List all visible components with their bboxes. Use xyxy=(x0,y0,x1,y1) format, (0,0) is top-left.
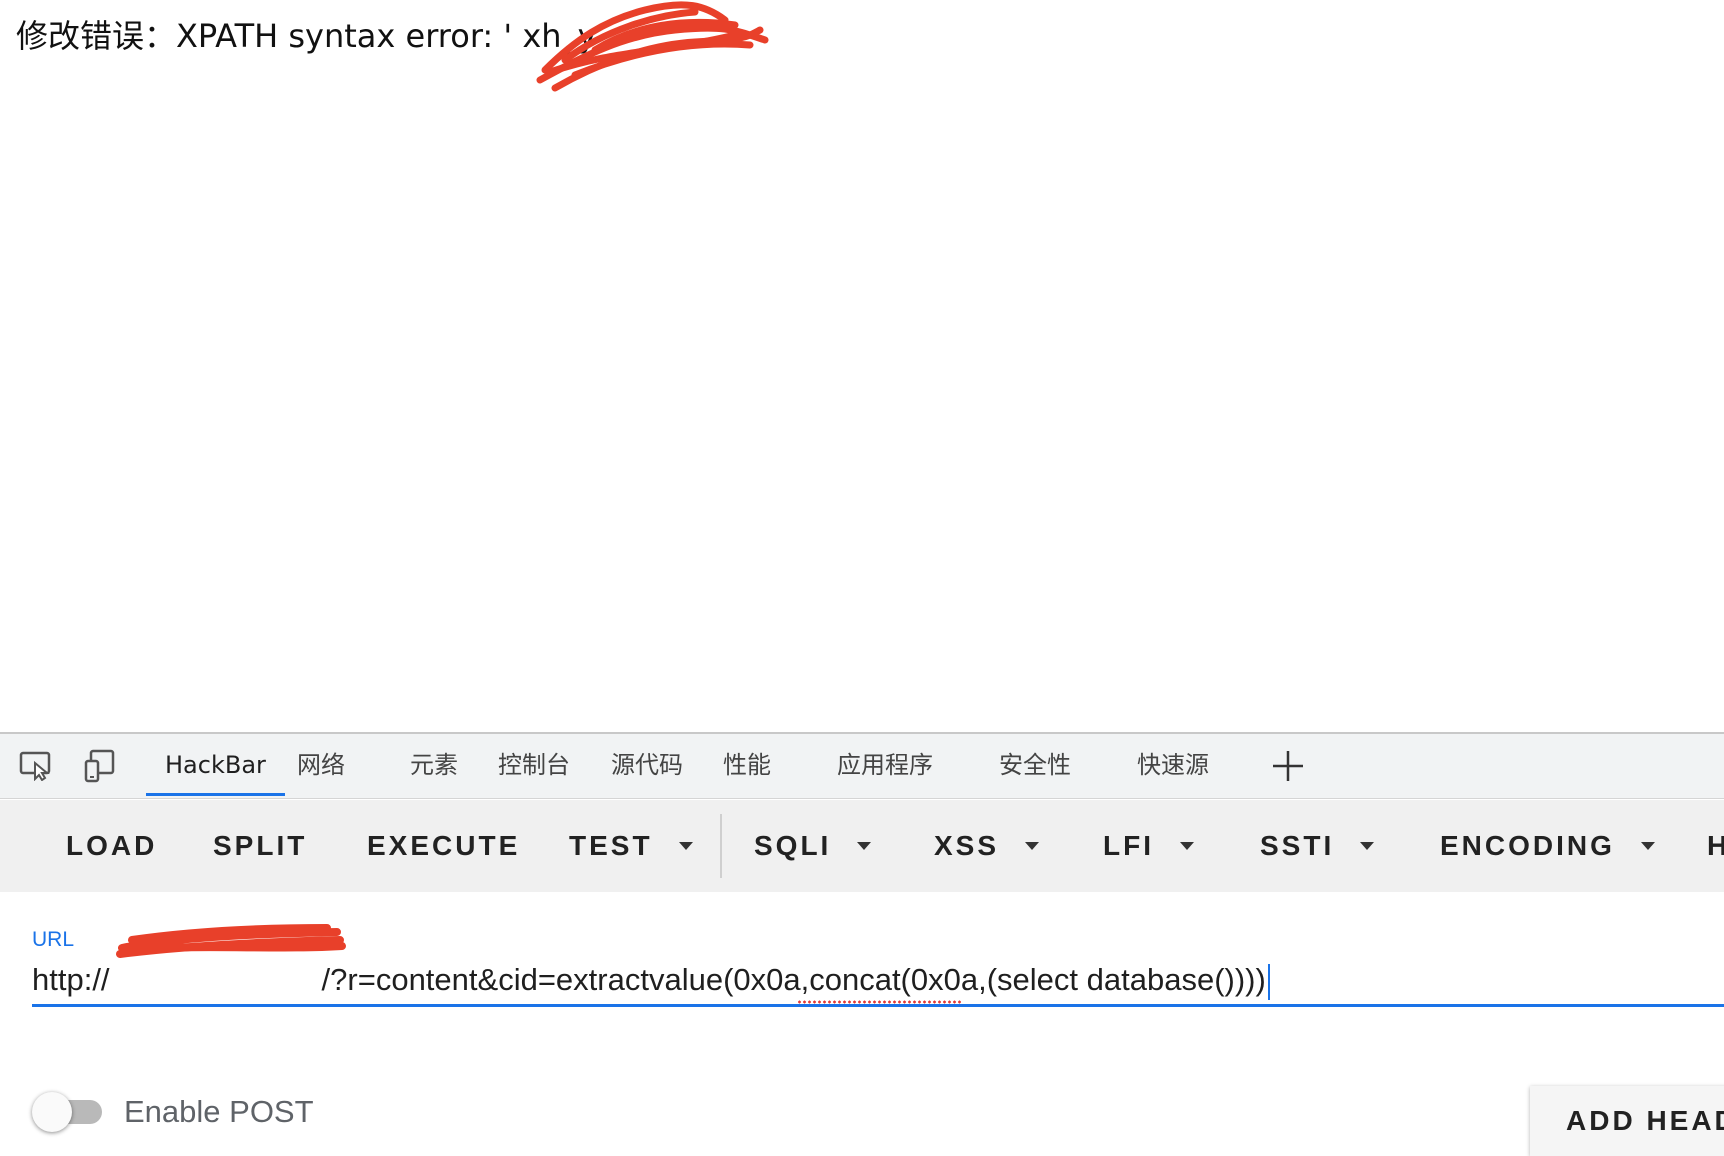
chevron-down-icon xyxy=(1025,842,1040,850)
hashing-label: H xyxy=(1707,830,1724,861)
hashing-dropdown[interactable]: H xyxy=(1707,800,1724,892)
spellcheck-underline xyxy=(797,1000,963,1004)
add-header-label: ADD HEADER xyxy=(1566,1105,1724,1136)
tab-quick-source[interactable]: 快速源 xyxy=(1137,734,1209,796)
enable-post-toggle[interactable] xyxy=(32,1092,108,1132)
sqli-dropdown[interactable]: SQLI xyxy=(754,800,872,892)
load-button[interactable]: LOAD xyxy=(66,800,157,892)
ssti-label: SSTI xyxy=(1260,830,1335,861)
encoding-dropdown[interactable]: ENCODING xyxy=(1440,800,1655,892)
toolbar-divider xyxy=(720,814,722,878)
encoding-label: ENCODING xyxy=(1440,830,1615,861)
tab-security[interactable]: 安全性 xyxy=(999,734,1071,796)
xss-label: XSS xyxy=(934,830,1000,861)
url-redaction-scribble xyxy=(116,924,346,958)
page-error-message: 修改错误：XPATH syntax error: ' xh_y xyxy=(16,16,597,56)
device-toolbar-icon[interactable] xyxy=(80,746,120,786)
tab-performance[interactable]: 性能 xyxy=(723,734,771,796)
url-prefix: http:// xyxy=(32,962,110,997)
lfi-dropdown[interactable]: LFI xyxy=(1103,800,1194,892)
tab-elements[interactable]: 元素 xyxy=(410,734,458,796)
execute-button[interactable]: EXECUTE xyxy=(367,800,520,892)
tab-sources[interactable]: 源代码 xyxy=(611,734,683,796)
chevron-down-icon xyxy=(1360,842,1375,850)
devtools-panel: HackBar 网络 元素 控制台 源代码 性能 应用程序 安全性 快速源 LO… xyxy=(0,732,1724,1156)
execute-label: EXECUTE xyxy=(367,830,521,861)
xss-dropdown[interactable]: XSS xyxy=(934,800,1040,892)
inspect-element-icon[interactable] xyxy=(16,746,56,786)
chevron-down-icon xyxy=(857,842,872,850)
add-header-button[interactable]: ADD HEADER xyxy=(1530,1086,1724,1156)
chevron-down-icon xyxy=(1640,842,1655,850)
text-cursor xyxy=(1267,963,1270,1000)
ssti-dropdown[interactable]: SSTI xyxy=(1260,800,1375,892)
tab-network[interactable]: 网络 xyxy=(297,734,345,796)
test-dropdown[interactable]: TEST xyxy=(569,800,693,892)
chevron-down-icon xyxy=(1180,842,1194,850)
split-button[interactable]: SPLIT xyxy=(213,800,307,892)
hackbar-toolbar: LOAD SPLIT EXECUTE TEST SQLI XSS LFI SST… xyxy=(0,800,1724,892)
url-label: URL xyxy=(32,928,75,951)
devtools-tabbar: HackBar 网络 元素 控制台 源代码 性能 应用程序 安全性 快速源 xyxy=(0,734,1724,799)
url-path: /?r=content&cid=extractvalue(0x0a,concat… xyxy=(321,962,1266,997)
add-tab-icon[interactable] xyxy=(1268,746,1308,786)
enable-post-label: Enable POST xyxy=(124,1094,314,1129)
toggle-knob xyxy=(32,1092,72,1132)
chevron-down-icon xyxy=(678,842,693,850)
tab-application[interactable]: 应用程序 xyxy=(837,734,933,796)
error-text: 修改错误：XPATH syntax error: ' xh_y xyxy=(16,17,597,55)
split-label: SPLIT xyxy=(213,830,308,861)
test-label: TEST xyxy=(569,830,653,861)
tab-console[interactable]: 控制台 xyxy=(498,734,570,796)
sqli-label: SQLI xyxy=(754,830,832,861)
url-input[interactable]: http:// /?r=content&cid=extractvalue(0x0a… xyxy=(32,956,1724,1007)
tab-hackbar[interactable]: HackBar xyxy=(146,734,285,796)
lfi-label: LFI xyxy=(1103,830,1154,861)
load-label: LOAD xyxy=(66,830,158,861)
